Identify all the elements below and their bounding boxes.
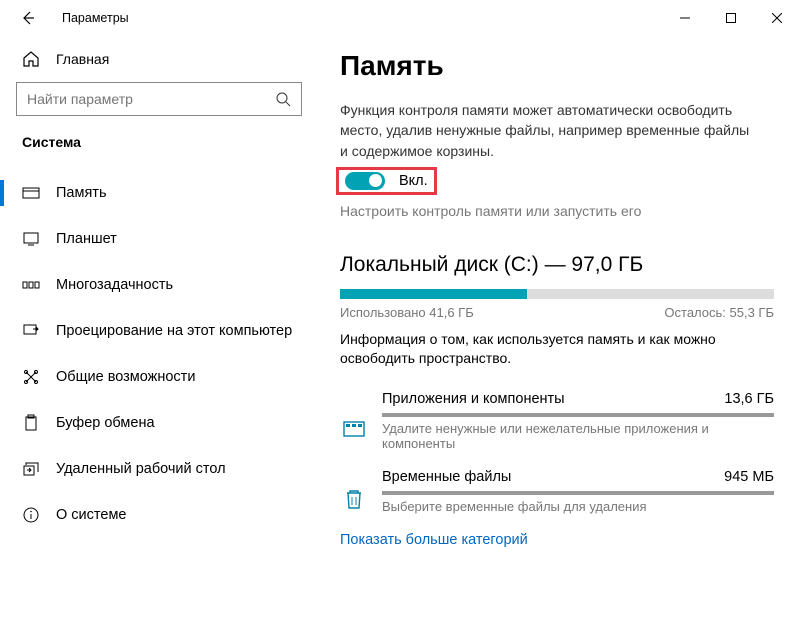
sidebar-item-label: Проецирование на этот компьютер (56, 323, 292, 339)
storage-icon (22, 184, 44, 202)
home-icon (22, 50, 44, 68)
sidebar-item-remote-desktop[interactable]: Удаленный рабочий стол (16, 446, 302, 492)
disk-usage-bar (340, 289, 774, 299)
about-icon (22, 506, 44, 524)
sidebar-item-label: Общие возможности (56, 369, 195, 385)
sidebar-item-label: Планшет (56, 231, 117, 247)
disk-title: Локальный диск (C:) — 97,0 ГБ (340, 253, 774, 277)
window-title: Параметры (62, 11, 129, 25)
home-label: Главная (56, 51, 109, 67)
storage-sense-toggle[interactable] (345, 172, 385, 190)
projecting-icon (22, 322, 44, 340)
sidebar-item-label: Многозадачность (56, 277, 173, 293)
sidebar-item-multitasking[interactable]: Многозадачность (16, 262, 302, 308)
configure-storage-sense-link[interactable]: Настроить контроль памяти или запустить … (340, 203, 774, 219)
disk-used-label: Использовано 41,6 ГБ (340, 305, 474, 320)
close-button[interactable] (754, 2, 800, 34)
disk-free-label: Осталось: 55,3 ГБ (664, 305, 774, 320)
multitasking-icon (22, 276, 44, 294)
category-size: 945 МБ (724, 469, 774, 485)
sidebar-item-tablet[interactable]: Планшет (16, 216, 302, 262)
sidebar-section: Система (22, 134, 302, 150)
sidebar-item-projecting[interactable]: Проецирование на этот компьютер (16, 308, 302, 354)
storage-sense-toggle-row: Вкл. (336, 167, 437, 195)
sidebar-item-shared[interactable]: Общие возможности (16, 354, 302, 400)
category-size: 13,6 ГБ (724, 391, 774, 407)
search-input[interactable] (27, 91, 275, 107)
search-icon (275, 91, 291, 107)
back-icon[interactable] (20, 10, 38, 26)
category-hint: Удалите ненужные или нежелательные прило… (382, 421, 774, 451)
apps-icon (340, 414, 368, 442)
sidebar-item-label: Буфер обмена (56, 415, 155, 431)
category-name: Приложения и компоненты (382, 391, 565, 407)
remote-desktop-icon (22, 460, 44, 478)
toggle-label: Вкл. (399, 173, 428, 189)
title-bar: Параметры (0, 0, 800, 36)
minimize-button[interactable] (662, 2, 708, 34)
maximize-button[interactable] (708, 2, 754, 34)
category-name: Временные файлы (382, 469, 511, 485)
page-title: Память (340, 50, 774, 82)
sidebar-item-label: О системе (56, 507, 126, 523)
category-bar (382, 413, 774, 417)
shared-icon (22, 368, 44, 386)
category-bar (382, 491, 774, 495)
sidebar-item-storage[interactable]: Память (16, 170, 302, 216)
sidebar-item-label: Память (56, 185, 107, 201)
tablet-icon (22, 230, 44, 248)
home-link[interactable]: Главная (22, 50, 302, 68)
sidebar-item-label: Удаленный рабочий стол (56, 461, 226, 477)
category-temp-files[interactable]: Временные файлы 945 МБ Выберите временны… (340, 465, 774, 528)
sidebar-item-clipboard[interactable]: Буфер обмена (16, 400, 302, 446)
storage-sense-description: Функция контроля памяти может автоматиче… (340, 100, 760, 161)
clipboard-icon (22, 414, 44, 432)
usage-info: Информация о том, как используется памят… (340, 330, 760, 369)
search-box[interactable] (16, 82, 302, 116)
sidebar: Главная Система Память Планшет Многозада… (0, 36, 318, 548)
disk-usage-labels: Использовано 41,6 ГБ Осталось: 55,3 ГБ (340, 305, 774, 320)
disk-usage-fill (340, 289, 527, 299)
show-more-link[interactable]: Показать больше категорий (340, 532, 774, 548)
trash-icon (340, 485, 368, 513)
main-content: Память Функция контроля памяти может авт… (318, 36, 800, 548)
sidebar-item-about[interactable]: О системе (16, 492, 302, 538)
category-apps[interactable]: Приложения и компоненты 13,6 ГБ Удалите … (340, 387, 774, 465)
category-hint: Выберите временные файлы для удаления (382, 499, 774, 514)
